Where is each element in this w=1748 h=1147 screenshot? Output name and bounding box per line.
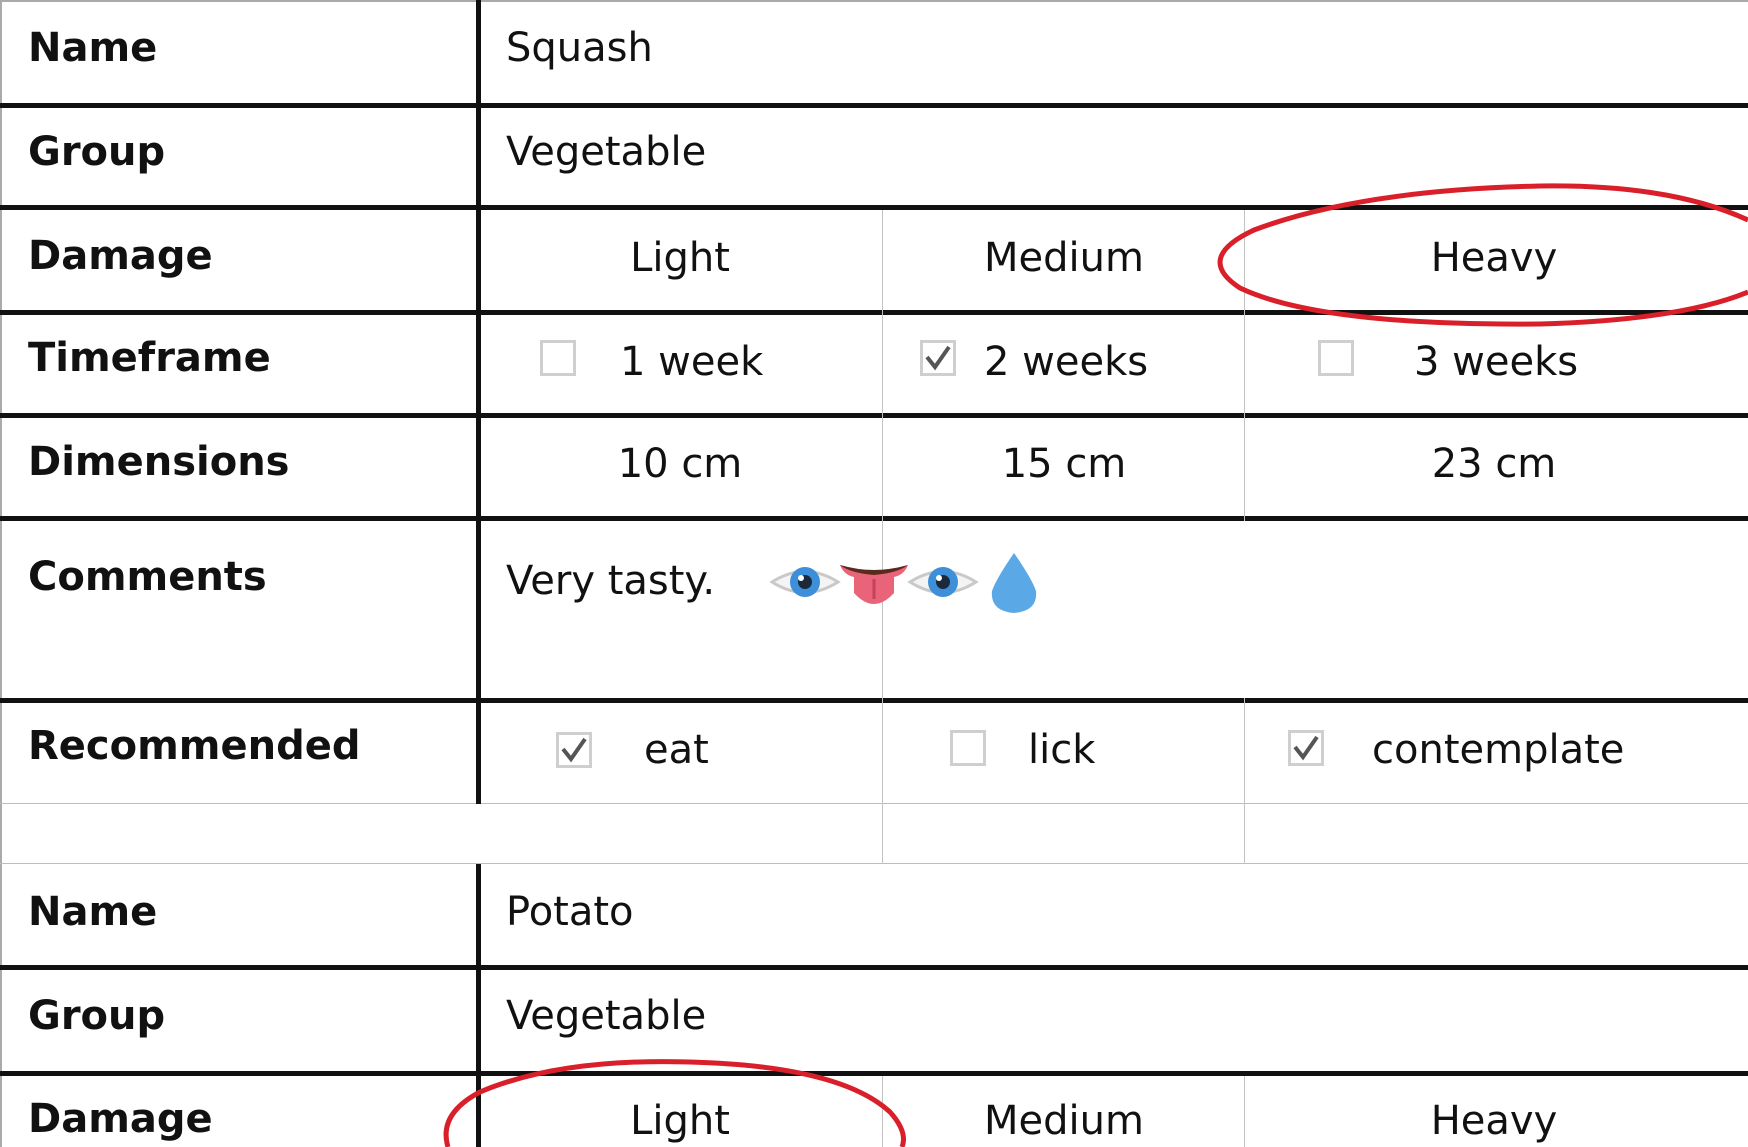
frame-left-border xyxy=(0,0,2,1147)
name-value: Potato xyxy=(506,889,634,935)
damage-option-light[interactable]: Light xyxy=(484,234,876,282)
name-label: Name xyxy=(28,889,158,935)
evaluation-sheet: Name Squash Group Vegetable Damage Light… xyxy=(0,0,1748,1147)
group-value: Vegetable xyxy=(506,129,707,175)
row-divider xyxy=(0,1071,1748,1076)
label-column-divider xyxy=(476,864,481,1147)
group-value: Vegetable xyxy=(506,993,707,1039)
recommended-lick-label: lick xyxy=(1028,727,1096,773)
row-divider-thin xyxy=(0,863,1748,864)
option-column-divider xyxy=(882,1076,883,1147)
damage-option-medium[interactable]: Medium xyxy=(884,234,1244,282)
group-label: Group xyxy=(28,993,166,1039)
timeframe-2weeks-label: 2 weeks xyxy=(984,339,1149,385)
eye-icon xyxy=(770,567,841,597)
eye-icon xyxy=(907,567,979,597)
checkmark-icon xyxy=(1291,733,1321,763)
tongue-icon xyxy=(840,565,908,604)
timeframe-3weeks-label: 3 weeks xyxy=(1414,339,1579,385)
damage-label: Damage xyxy=(28,233,213,279)
damage-label: Damage xyxy=(28,1096,213,1142)
option-column-divider xyxy=(1244,1076,1245,1147)
damage-option-heavy[interactable]: Heavy xyxy=(1246,234,1742,282)
name-value: Squash xyxy=(506,25,653,71)
recommended-eat-label: eat xyxy=(644,727,709,773)
row-divider xyxy=(0,413,1748,418)
timeframe-1week-label: 1 week xyxy=(620,339,764,385)
recommended-contemplate-checkbox[interactable] xyxy=(1288,730,1324,766)
row-divider-thin xyxy=(0,803,1748,804)
row-divider xyxy=(0,698,1748,703)
row-divider xyxy=(0,965,1748,970)
dimension-value: 23 cm xyxy=(1431,441,1557,487)
dimension-value: 10 cm xyxy=(617,441,743,487)
row-divider xyxy=(0,310,1748,315)
timeframe-label: Timeframe xyxy=(28,335,271,381)
comments-span-mask xyxy=(1243,521,1246,698)
name-label: Name xyxy=(28,25,158,71)
label-column-divider xyxy=(476,0,481,804)
dimensions-label: Dimensions xyxy=(28,439,290,485)
timeframe-1week-checkbox[interactable] xyxy=(540,340,576,376)
damage-option-light[interactable]: Light xyxy=(484,1097,876,1145)
droplet-icon xyxy=(991,553,1037,613)
timeframe-2weeks-checkbox[interactable] xyxy=(920,340,956,376)
comments-text: Very tasty. xyxy=(506,558,716,604)
comments-emoji xyxy=(770,549,1050,615)
recommended-label: Recommended xyxy=(28,723,361,769)
frame-top-border xyxy=(0,0,1748,2)
timeframe-3weeks-checkbox[interactable] xyxy=(1318,340,1354,376)
damage-option-medium[interactable]: Medium xyxy=(884,1097,1244,1145)
checkmark-icon xyxy=(559,735,589,765)
comments-label: Comments xyxy=(28,554,267,600)
damage-option-heavy[interactable]: Heavy xyxy=(1246,1097,1742,1145)
recommended-lick-checkbox[interactable] xyxy=(950,730,986,766)
row-divider xyxy=(0,103,1748,108)
recommended-eat-checkbox[interactable] xyxy=(556,732,592,768)
group-label: Group xyxy=(28,129,166,175)
row-divider xyxy=(0,205,1748,210)
row-divider xyxy=(0,516,1748,521)
dimension-value: 15 cm xyxy=(1001,441,1127,487)
checkmark-icon xyxy=(923,343,953,373)
recommended-contemplate-label: contemplate xyxy=(1372,727,1625,773)
